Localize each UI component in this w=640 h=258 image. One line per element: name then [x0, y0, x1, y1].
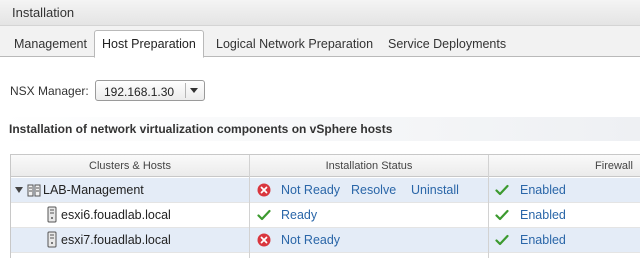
nsx-manager-select[interactable]: 192.168.1.30: [95, 80, 205, 101]
column-divider: [249, 155, 250, 258]
cluster-icon: [26, 182, 42, 198]
tab-bar: Management Host Preparation Logical Netw…: [0, 26, 640, 58]
status-ready-link[interactable]: Ready: [281, 208, 317, 222]
status-not-ready-link[interactable]: Not Ready: [281, 233, 340, 247]
tab-service-deployments[interactable]: Service Deployments: [388, 37, 506, 51]
column-header-firewall[interactable]: Firewall: [489, 160, 640, 172]
check-icon: [495, 234, 509, 246]
column-header-installation-status[interactable]: Installation Status: [250, 160, 488, 172]
host-server-icon: [47, 206, 57, 223]
tab-host-preparation[interactable]: Host Preparation: [94, 30, 204, 58]
nsx-manager-label: NSX Manager:: [10, 84, 89, 98]
firewall-enabled-link[interactable]: Enabled: [520, 208, 566, 222]
nsx-manager-value: 192.168.1.30: [104, 85, 175, 99]
check-icon: [257, 209, 271, 221]
select-divider: [185, 83, 186, 98]
section-title: Installation of network virtualization c…: [9, 122, 393, 136]
host-name: esxi7.fouadlab.local: [61, 233, 171, 247]
host-preparation-grid: Clusters & Hosts Installation Status Fir…: [10, 154, 640, 258]
check-icon: [495, 184, 509, 196]
window-title: Installation: [12, 5, 75, 20]
cluster-name: LAB-Management: [43, 183, 144, 197]
firewall-enabled-link[interactable]: Enabled: [520, 233, 566, 247]
expand-collapse-icon[interactable]: [15, 187, 23, 193]
chevron-down-icon[interactable]: [190, 88, 198, 93]
table-row-host[interactable]: esxi7.fouadlab.local Not Ready Enabled: [11, 228, 640, 253]
check-icon: [495, 209, 509, 221]
host-server-icon: [47, 231, 57, 248]
table-row-host[interactable]: esxi6.fouadlab.local Ready Enabled: [11, 203, 640, 228]
column-header-clusters-hosts[interactable]: Clusters & Hosts: [11, 160, 249, 172]
host-name: esxi6.fouadlab.local: [61, 208, 171, 222]
status-not-ready-link[interactable]: Not Ready: [281, 183, 340, 197]
table-row-cluster[interactable]: LAB-Management Not Ready Resolve Uninsta…: [11, 178, 640, 203]
section-header: Installation of network virtualization c…: [0, 117, 640, 141]
window-title-bar: Installation: [0, 0, 640, 26]
error-icon: [257, 183, 271, 197]
uninstall-link[interactable]: Uninstall: [411, 183, 459, 197]
firewall-enabled-link[interactable]: Enabled: [520, 183, 566, 197]
error-icon: [257, 233, 271, 247]
grid-header: Clusters & Hosts Installation Status Fir…: [11, 155, 640, 177]
tab-logical-network-preparation[interactable]: Logical Network Preparation: [216, 37, 373, 51]
resolve-link[interactable]: Resolve: [351, 183, 396, 197]
tab-management[interactable]: Management: [14, 37, 87, 51]
column-divider: [488, 155, 489, 258]
